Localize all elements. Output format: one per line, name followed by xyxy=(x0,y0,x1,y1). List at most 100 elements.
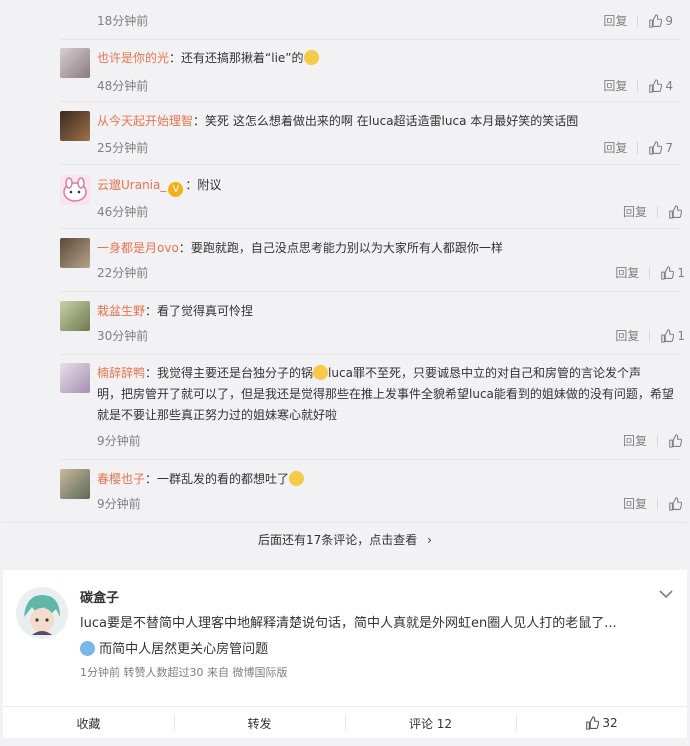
separator: ： xyxy=(145,304,158,318)
avatar[interactable] xyxy=(60,238,90,268)
avatar[interactable] xyxy=(16,587,68,639)
reply-button[interactable]: 回复 xyxy=(623,495,647,512)
reply-button[interactable]: 回复 xyxy=(615,327,639,344)
comment-button[interactable]: 评论 12 xyxy=(345,707,516,739)
comment-item: 一身都是月ovo：要跑就跑，自己没点思考能力别以为大家所有人都跟你一样 22分钟… xyxy=(57,238,685,288)
like-count: 4 xyxy=(665,78,673,93)
comment-time: 22分钟前 xyxy=(97,266,149,280)
reply-button[interactable]: 回复 xyxy=(623,432,647,449)
thumb-up-icon xyxy=(669,433,682,448)
divider xyxy=(657,434,658,447)
emoji-icon xyxy=(80,641,95,656)
thumb-up-icon xyxy=(661,328,675,343)
divider xyxy=(60,459,680,460)
like-button[interactable] xyxy=(668,433,685,448)
more-comments-label: 后面还有17条评论，点击查看 xyxy=(258,533,418,547)
comment-actions: 回复 xyxy=(623,203,685,220)
thumb-up-icon xyxy=(649,78,663,93)
post-text-2: 而简中人居然更关心房管问题 xyxy=(99,642,269,657)
comment-actions: 回复 7 xyxy=(603,139,673,156)
like-count: 32 xyxy=(602,716,618,730)
divider xyxy=(637,14,639,27)
comment-author[interactable]: 楠辞辞鸭 xyxy=(97,366,145,380)
avatar[interactable] xyxy=(60,175,90,205)
like-count: 9 xyxy=(665,13,673,28)
reply-button[interactable]: 回复 xyxy=(603,12,627,29)
repost-card: 碳盒子 luca要是不替简中人理客中地解释清楚说句话，简中人真就是外网虹en圈人… xyxy=(3,570,687,738)
comment-time: 48分钟前 xyxy=(97,79,149,93)
like-button[interactable]: 1 xyxy=(660,329,685,343)
verified-badge-icon: V xyxy=(168,182,184,197)
reply-button[interactable]: 回复 xyxy=(615,264,639,281)
comment-actions: 回复 4 xyxy=(603,77,673,94)
like-button[interactable]: 4 xyxy=(648,79,673,93)
comment-text: 明，把房管开了就可以了，但是我还是觉得那些在推上发事件全貌希望luca能看到的姐… xyxy=(97,387,674,401)
comment-time: 18分钟前 xyxy=(97,14,149,28)
comment-text: 笑死 这怎么想着做出来的啊 在luca超话造雷luca 本月最好笑的笑话囿 xyxy=(205,114,579,128)
like-button[interactable] xyxy=(668,496,685,511)
post-meta: 1分钟前 转赞人数超过30 来自 微博国际版 xyxy=(80,666,288,679)
comment-item: 楠辞辞鸭：我觉得主要还是台独分子的锅 luca罪不至死，只要诚恳中立的对自己和房管… xyxy=(57,363,682,455)
like-count: 7 xyxy=(665,140,673,155)
comment-item: 18分钟前 回复 9 xyxy=(57,0,677,36)
post-text: luca要是不替简中人理客中地解释清楚说句话，简中人真就是外网虹en圈人见人打的… xyxy=(80,616,617,631)
comment-actions: 回复 xyxy=(623,495,685,512)
post-action-bar: 收藏 转发 评论 12 32 xyxy=(3,706,687,739)
comment-content: 春樱也子：一群乱发的看的都想吐了 xyxy=(97,469,677,490)
comment-text: 我觉得主要还是台独分子的锅 xyxy=(157,366,314,380)
divider xyxy=(60,164,680,165)
comment-item: 云邈Urania_ V ：附议 46分钟前 回复 xyxy=(57,175,682,225)
comment-item: 春樱也子：一群乱发的看的都想吐了 9分钟前 回复 xyxy=(57,469,682,517)
more-comments-link[interactable]: 后面还有17条评论，点击查看 › xyxy=(3,522,687,558)
comment-author[interactable]: 从今天起开始理智 xyxy=(97,114,193,128)
comment-time: 46分钟前 xyxy=(97,205,149,219)
chevron-down-icon[interactable] xyxy=(659,588,673,602)
comment-author[interactable]: 一身都是月ovo xyxy=(97,241,179,255)
comment-author[interactable]: 春樱也子 xyxy=(97,472,145,486)
divider xyxy=(649,329,651,342)
reply-button[interactable]: 回复 xyxy=(603,77,627,94)
avatar[interactable] xyxy=(60,469,90,499)
divider xyxy=(637,141,639,154)
comment-time: 30分钟前 xyxy=(97,329,149,343)
comment-label: 评论 12 xyxy=(408,716,453,731)
divider xyxy=(657,205,658,218)
like-button[interactable]: 1 xyxy=(660,266,685,280)
divider xyxy=(657,497,658,510)
repost-button[interactable]: 转发 xyxy=(174,707,345,739)
comment-text: 看了觉得真可怜捏 xyxy=(157,304,254,318)
comment-text: 附议 xyxy=(197,178,222,192)
comment-author[interactable]: 栽盆生野 xyxy=(97,304,145,318)
comment-text: 还有还搞那揪着“lie”的 xyxy=(181,51,304,65)
thumb-up-icon xyxy=(649,13,663,28)
like-button[interactable]: 7 xyxy=(648,141,673,155)
comment-content: 一身都是月ovo：要跑就跑，自己没点思考能力别以为大家所有人都跟你一样 xyxy=(97,238,677,259)
comment-actions: 回复 9 xyxy=(603,12,673,29)
like-button[interactable]: 32 xyxy=(516,707,687,739)
comment-actions: 回复 xyxy=(623,432,685,449)
like-button[interactable]: 9 xyxy=(648,14,673,28)
comment-content: 也许是你的光：还有还搞那揪着“lie”的 xyxy=(97,48,677,69)
divider xyxy=(60,101,680,102)
chevron-right-icon: › xyxy=(427,533,432,547)
comment-author[interactable]: 云邈Urania_ xyxy=(97,178,166,192)
avatar[interactable] xyxy=(60,48,90,78)
reply-button[interactable]: 回复 xyxy=(603,139,627,156)
comment-author[interactable]: 也许是你的光 xyxy=(97,51,169,65)
comment-time: 9分钟前 xyxy=(97,497,141,511)
reply-button[interactable]: 回复 xyxy=(623,203,647,220)
avatar[interactable] xyxy=(60,301,90,331)
comment-actions: 回复 1 xyxy=(615,264,685,281)
avatar[interactable] xyxy=(60,111,90,141)
comment-content: 栽盆生野：看了觉得真可怜捏 xyxy=(97,301,677,322)
avatar[interactable] xyxy=(60,363,90,393)
divider xyxy=(60,291,680,292)
footer-gap xyxy=(0,738,690,746)
post-author[interactable]: 碳盒子 xyxy=(80,587,119,606)
collect-button[interactable]: 收藏 xyxy=(3,707,174,739)
comment-text: 一群乱发的看的都想吐了 xyxy=(157,472,290,486)
comment-content: 楠辞辞鸭：我觉得主要还是台独分子的锅 luca罪不至死，只要诚恳中立的对自己和房管… xyxy=(97,363,677,426)
separator: ： xyxy=(169,51,182,65)
emoji-icon xyxy=(303,50,319,65)
like-button[interactable] xyxy=(668,204,685,219)
